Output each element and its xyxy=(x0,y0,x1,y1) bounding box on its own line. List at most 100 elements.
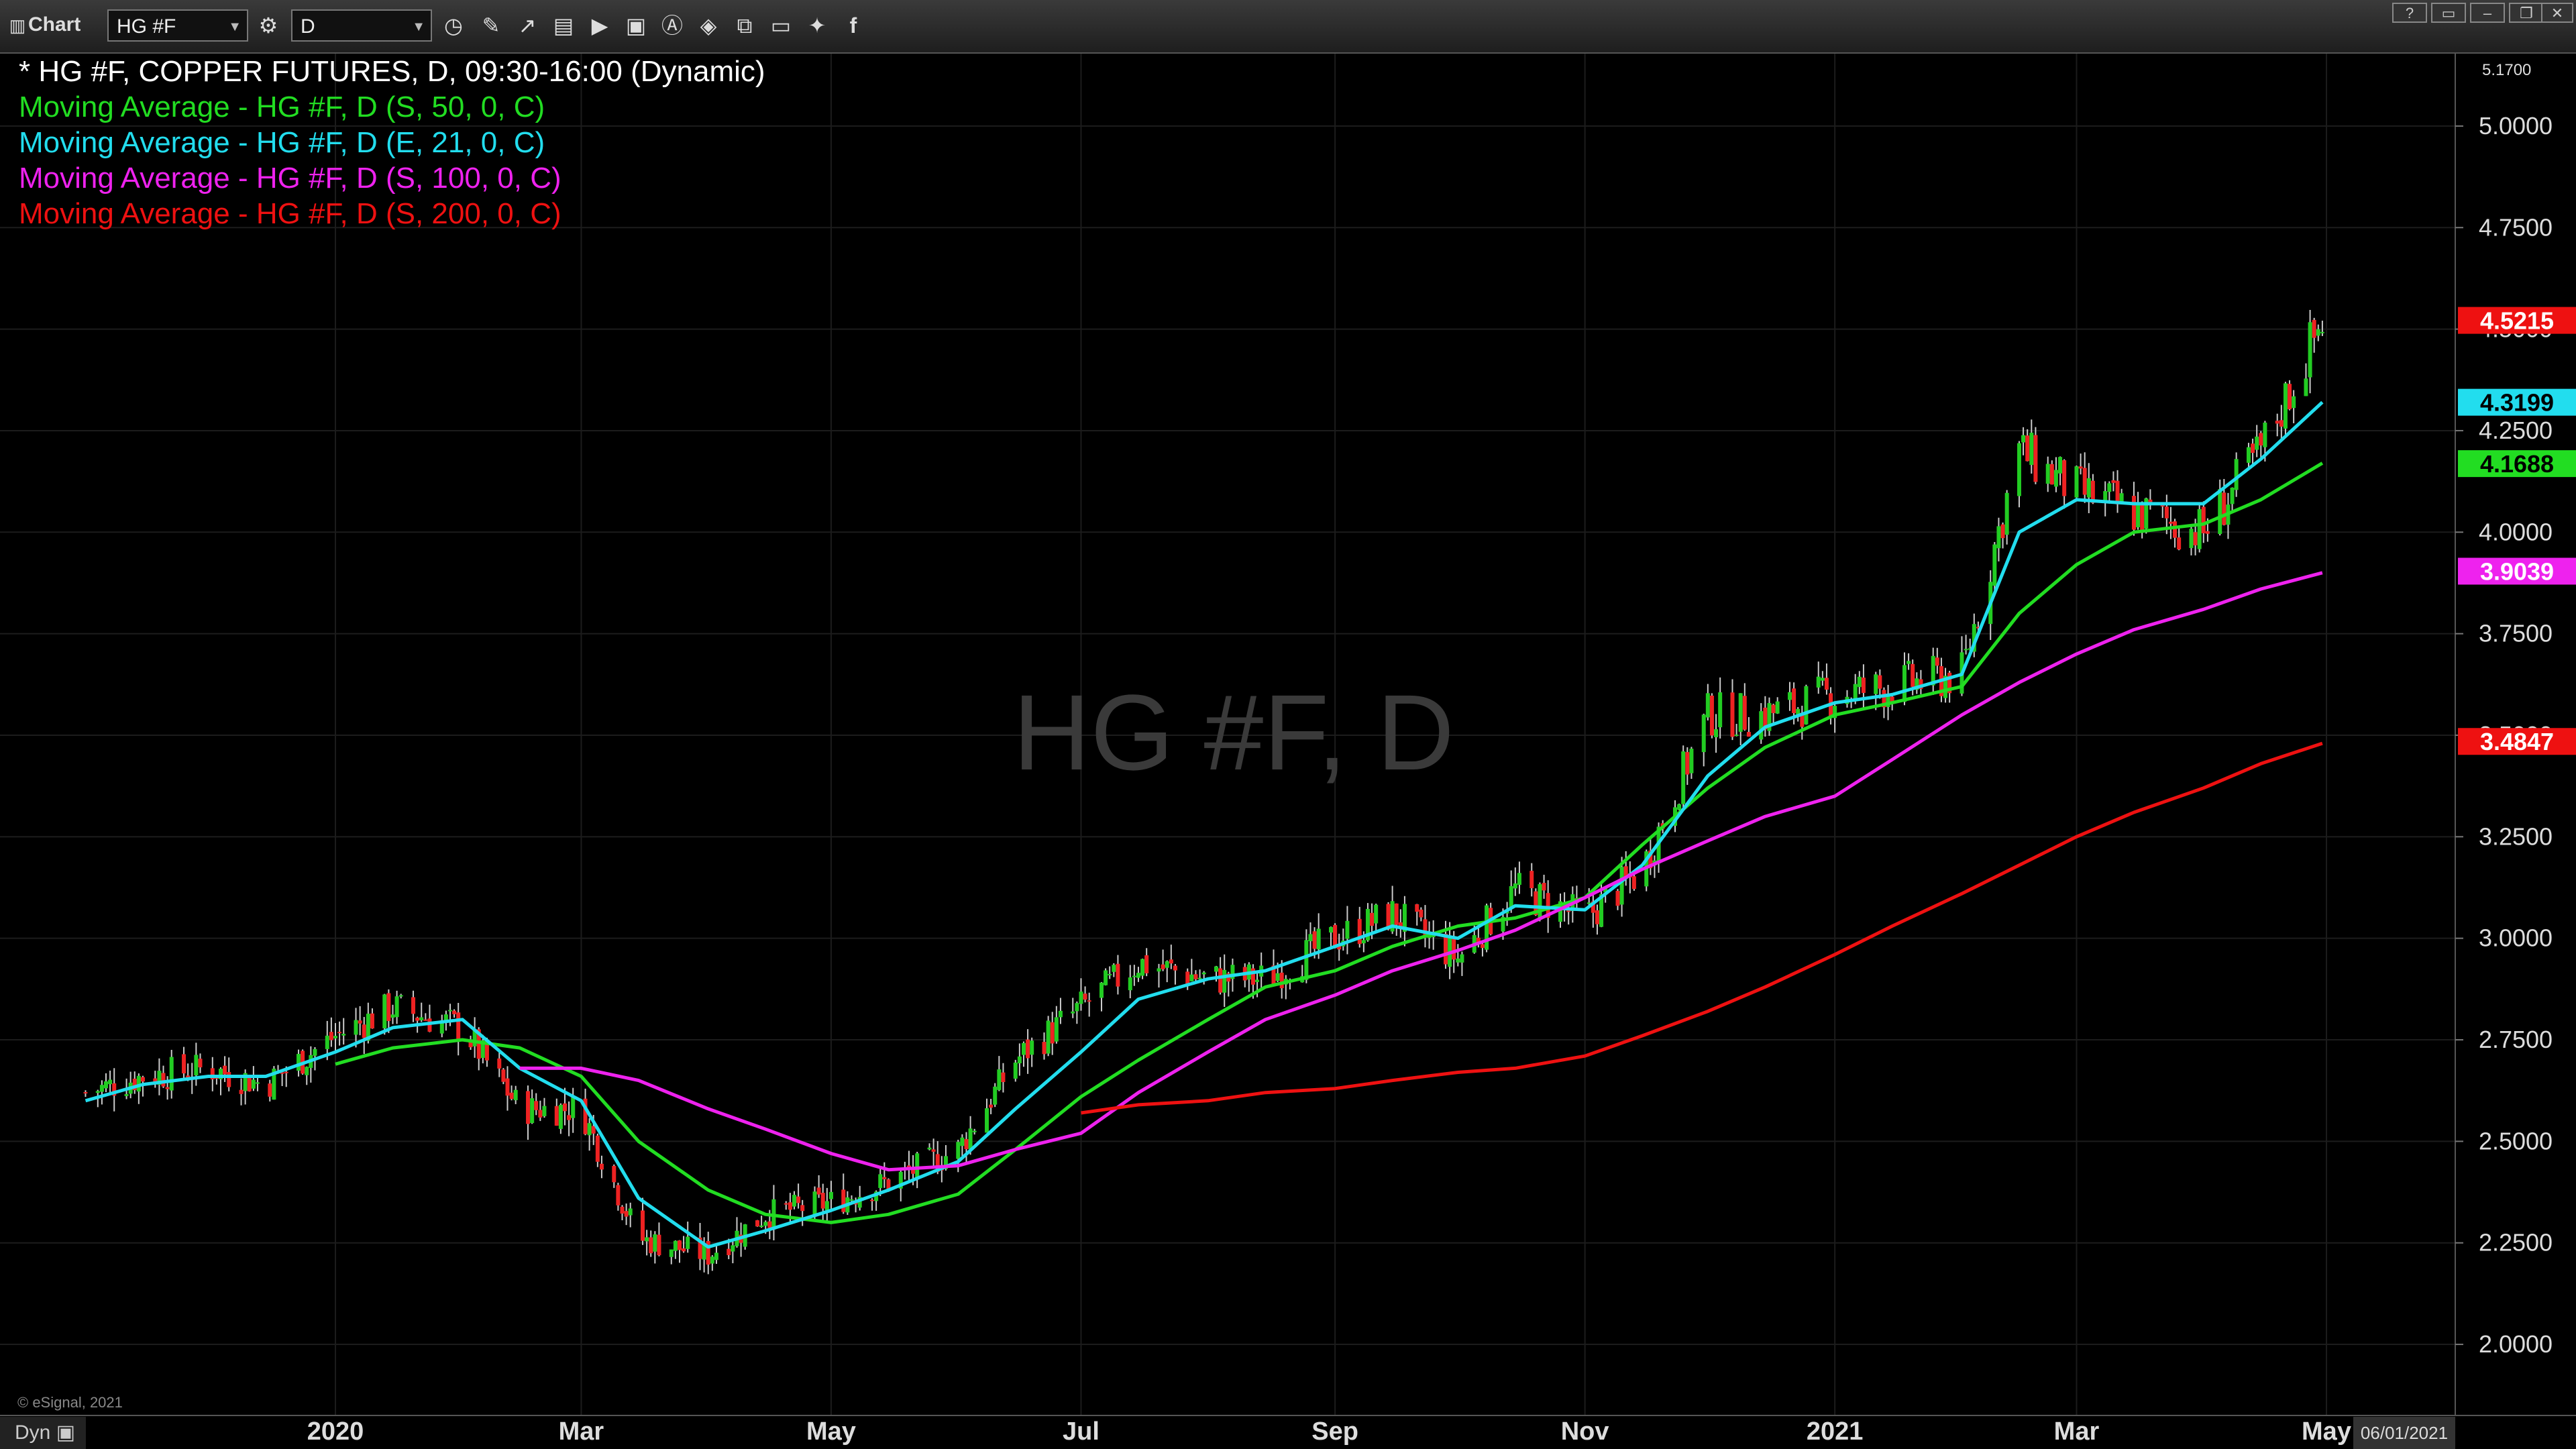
help-button[interactable]: ? xyxy=(2392,3,2427,23)
line-chart-icon[interactable]: ↗ xyxy=(513,11,542,40)
candle-body xyxy=(2255,436,2259,450)
candle-body xyxy=(1112,965,1116,972)
candle-body xyxy=(1079,991,1083,1004)
candle-body xyxy=(1964,649,1968,651)
candle-body xyxy=(2201,506,2206,533)
maximize-button[interactable]: ❐ xyxy=(2509,3,2544,23)
candle-body xyxy=(2058,457,2063,474)
candle-body xyxy=(1878,675,1882,689)
candle-body xyxy=(828,1191,833,1199)
candle-body xyxy=(1709,695,1714,736)
candle-body xyxy=(2119,493,2124,503)
candle-body xyxy=(1542,883,1546,891)
quote-icon[interactable]: ▤ xyxy=(549,11,578,40)
candle-body xyxy=(325,1035,329,1049)
candle-body xyxy=(2288,384,2292,410)
text-icon[interactable]: ▣ xyxy=(621,11,651,40)
candle-body xyxy=(386,993,391,1021)
symbol-input[interactable]: HG #F ▼ xyxy=(107,9,248,42)
candle-body xyxy=(1911,663,1915,687)
candle-body xyxy=(333,1036,337,1039)
chevron-down-icon[interactable]: ▼ xyxy=(228,11,241,43)
candle-body xyxy=(390,1014,395,1018)
candle-body xyxy=(554,1106,559,1126)
candle-body xyxy=(2029,433,2034,466)
x-tick-label: 2020 xyxy=(307,1417,364,1446)
clock-icon[interactable]: ◷ xyxy=(439,11,468,40)
candle-body xyxy=(878,1174,883,1188)
candle-body xyxy=(1329,926,1333,933)
x-axis: 2020 Mar May Jul Sep Nov 2021 Mar May xyxy=(307,1417,2351,1446)
candle-body xyxy=(1816,676,1821,688)
candle-body xyxy=(1689,749,1694,773)
candle-body xyxy=(1001,1072,1006,1083)
candle-body xyxy=(509,1092,514,1099)
candle-body xyxy=(198,1059,203,1068)
x-tick-label: May xyxy=(2302,1417,2351,1446)
candle-body xyxy=(2304,378,2308,396)
candle-body xyxy=(1087,1000,1091,1002)
candle-body xyxy=(1345,920,1350,939)
candle-body xyxy=(1480,944,1485,949)
pencil-icon[interactable]: ✎ xyxy=(476,11,506,40)
facebook-icon[interactable]: f xyxy=(839,11,868,40)
candle-body xyxy=(788,1202,792,1210)
candle-body xyxy=(1907,661,1911,664)
gear-icon[interactable]: ⚙ xyxy=(254,11,283,40)
chevron-down-icon[interactable]: ▼ xyxy=(412,11,425,43)
candle-body xyxy=(526,1091,531,1124)
candle-body xyxy=(1792,688,1796,714)
twitter-icon[interactable]: ✦ xyxy=(802,11,832,40)
legend-entry-ma100: Moving Average - HG #F, D (S, 100, 0, C) xyxy=(19,162,561,195)
candle-body xyxy=(1443,933,1448,965)
candle-body xyxy=(358,1020,362,1024)
windows-icon[interactable]: ⧉ xyxy=(730,11,759,40)
candle-body xyxy=(2234,459,2239,490)
candle-body xyxy=(169,1057,174,1091)
candle-body xyxy=(1370,912,1375,926)
candle-body xyxy=(669,1249,674,1257)
badge-label: 4.3199 xyxy=(2480,389,2554,417)
candle-body xyxy=(1730,692,1735,737)
candle-body xyxy=(223,1065,227,1075)
candle-body xyxy=(394,996,399,1018)
candle-body xyxy=(1935,657,1939,666)
candle-body xyxy=(1021,1042,1026,1055)
candle-body xyxy=(182,1054,186,1074)
dynamic-toggle[interactable]: Dyn ▣ xyxy=(0,1417,86,1449)
candle-body xyxy=(767,1221,772,1228)
candle-body xyxy=(99,1085,104,1092)
candle-body xyxy=(297,1054,301,1071)
candle-body xyxy=(1677,804,1682,810)
tag-icon[interactable]: ◈ xyxy=(694,11,723,40)
y-top-label: 5.1700 xyxy=(2482,61,2531,79)
candle-body xyxy=(641,1210,645,1241)
alert-icon[interactable]: Ⓐ xyxy=(657,11,687,40)
candle-body xyxy=(1992,544,1997,586)
candle-body xyxy=(1054,1017,1059,1042)
y-tick-label: 4.0000 xyxy=(2479,518,2553,545)
candle-body xyxy=(1308,934,1313,941)
candle-body xyxy=(1104,970,1108,985)
candle-body xyxy=(1460,954,1464,963)
candle-body xyxy=(956,1142,961,1159)
candle-body xyxy=(997,1069,1002,1090)
symbol-watermark: HG #F, D xyxy=(1013,672,1454,792)
dropdown-icon[interactable]: ▣ xyxy=(56,1421,75,1444)
chat-icon[interactable]: ▭ xyxy=(766,11,796,40)
restore-button[interactable]: ▭ xyxy=(2431,3,2466,23)
candle-body xyxy=(882,1177,887,1179)
candle-body xyxy=(812,1191,817,1216)
y-tick-label: 2.5000 xyxy=(2479,1127,2553,1155)
minimize-button[interactable]: – xyxy=(2470,3,2505,23)
candle-body xyxy=(2115,480,2120,504)
candle-body xyxy=(2173,521,2178,538)
candle-body xyxy=(1255,979,1260,982)
candle-body xyxy=(2164,506,2169,519)
candle-body xyxy=(456,1012,461,1040)
play-icon[interactable]: ▶ xyxy=(585,11,614,40)
interval-input[interactable]: D ▼ xyxy=(291,9,432,42)
close-button[interactable]: ✕ xyxy=(2541,3,2573,23)
candle-body xyxy=(816,1187,821,1195)
candle-body xyxy=(124,1093,129,1096)
